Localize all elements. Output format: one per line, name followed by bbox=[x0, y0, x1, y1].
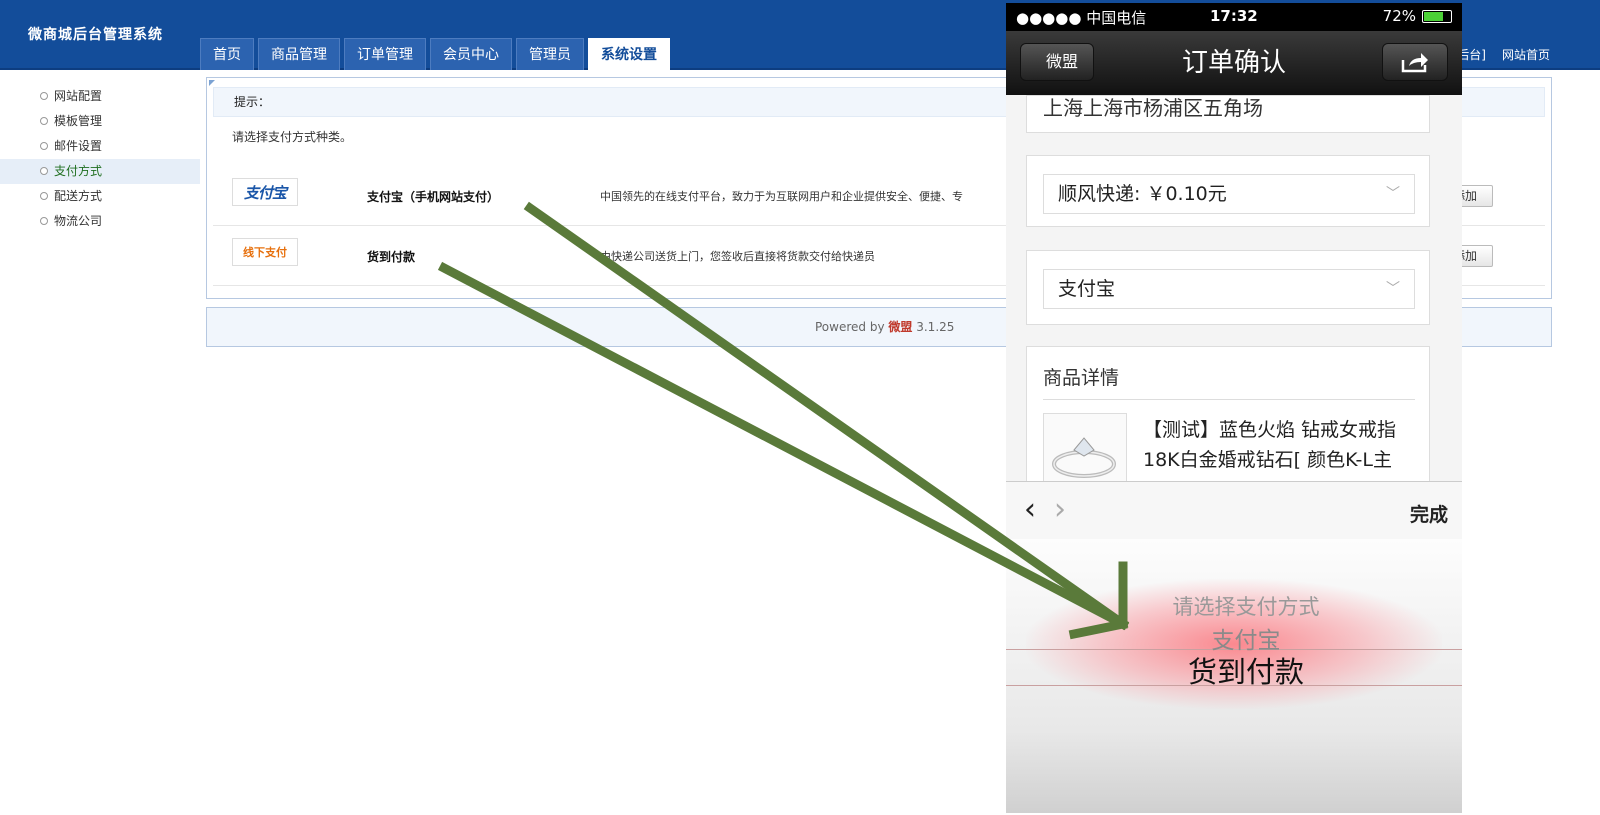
shipping-value: 顺风快递: ￥0.10元 bbox=[1058, 183, 1227, 205]
divider bbox=[1043, 399, 1415, 400]
battery-icon bbox=[1422, 9, 1452, 23]
site-logo: 微商城后台管理系统 bbox=[28, 27, 163, 43]
payment-card: 支付宝 ﹀ bbox=[1026, 250, 1430, 325]
footer-text: Powered by 微盟 3.1.25 bbox=[815, 308, 954, 346]
clock: 17:32 bbox=[1210, 7, 1258, 25]
shipping-card: 顺风快递: ￥0.10元 ﹀ bbox=[1026, 155, 1430, 227]
offline-pay-logo-icon: 线下支付 bbox=[232, 238, 298, 266]
tab-products[interactable]: 商品管理 bbox=[258, 38, 340, 70]
done-button[interactable]: 完成 bbox=[1410, 500, 1448, 527]
payment-picker[interactable]: 请选择支付方式 支付宝 货到付款 bbox=[1006, 539, 1462, 813]
chevron-down-icon: ﹀ bbox=[1386, 281, 1400, 297]
sidebar-item-email[interactable]: 邮件设置 bbox=[0, 134, 200, 159]
carrier: ●●●●● 中国电信 bbox=[1016, 9, 1147, 27]
back-button[interactable]: 微盟 bbox=[1020, 43, 1094, 81]
phone-screenshot: ●●●●● 中国电信 17:32 72% 订单确认 微盟 上海上海市杨浦区五角场… bbox=[1006, 3, 1462, 813]
chevron-right-icon[interactable]: › bbox=[1054, 492, 1066, 527]
sidebar-item-logistics[interactable]: 物流公司 bbox=[0, 209, 200, 234]
hint-text: 请选择支付方式种类。 bbox=[232, 130, 353, 144]
sidebar-item-shipping[interactable]: 配送方式 bbox=[0, 184, 200, 209]
sidebar-item-templates[interactable]: 模板管理 bbox=[0, 109, 200, 134]
tab-system-settings[interactable]: 系统设置 bbox=[588, 38, 670, 70]
battery-percent: 72% bbox=[1382, 7, 1416, 25]
link-site-home[interactable]: 网站首页 bbox=[1502, 46, 1550, 63]
picker-option[interactable]: 请选择支付方式 bbox=[1018, 591, 1462, 621]
payment-name: 货到付款 bbox=[367, 250, 416, 264]
tab-members[interactable]: 会员中心 bbox=[430, 38, 512, 70]
tab-orders[interactable]: 订单管理 bbox=[344, 38, 426, 70]
main-nav: 首页 商品管理 订单管理 会员中心 管理员 系统设置 bbox=[200, 38, 670, 70]
address-card[interactable]: 上海上海市杨浦区五角场 bbox=[1026, 95, 1430, 133]
goods-name[interactable]: 【测试】蓝色火焰 钻戒女戒指18K白金婚戒钻石[ 颜色K-L主 bbox=[1143, 415, 1419, 491]
picker-toolbar: ‹ › 完成 bbox=[1006, 481, 1462, 539]
chevron-left-icon[interactable]: ‹ bbox=[1024, 492, 1036, 527]
chevron-down-icon: ﹀ bbox=[1386, 186, 1400, 202]
tab-home[interactable]: 首页 bbox=[200, 38, 254, 70]
footer-brand[interactable]: 微盟 bbox=[888, 320, 912, 334]
goods-title: 商品详情 bbox=[1043, 367, 1120, 389]
picker-option-selected[interactable]: 货到付款 bbox=[1018, 649, 1462, 691]
footer-version: 3.1.25 bbox=[916, 320, 955, 334]
mobile-navbar: 订单确认 微盟 bbox=[1006, 31, 1462, 95]
payment-value: 支付宝 bbox=[1058, 278, 1116, 300]
sidebar-item-payment[interactable]: 支付方式 bbox=[0, 159, 200, 184]
share-icon[interactable] bbox=[1382, 43, 1448, 81]
payment-desc: 由快递公司送货上门，您签收后直接将货款交付给快递员 bbox=[600, 250, 875, 263]
sidebar: 网站配置 模板管理 邮件设置 支付方式 配送方式 物流公司 bbox=[0, 84, 200, 234]
tab-admins[interactable]: 管理员 bbox=[516, 38, 584, 70]
powered-by: Powered by bbox=[815, 320, 885, 334]
goods-card: 商品详情 【测试】蓝色火焰 钻戒女戒指18K白金婚戒钻石[ 颜色K-L主 bbox=[1026, 346, 1430, 497]
panel-corner-icon bbox=[209, 80, 215, 86]
sidebar-item-site-config[interactable]: 网站配置 bbox=[0, 84, 200, 109]
status-bar: ●●●●● 中国电信 17:32 72% bbox=[1006, 3, 1462, 31]
payment-select[interactable]: 支付宝 ﹀ bbox=[1043, 269, 1415, 309]
payment-name: 支付宝（手机网站支付） bbox=[367, 190, 500, 204]
shipping-select[interactable]: 顺风快递: ￥0.10元 ﹀ bbox=[1043, 174, 1415, 214]
alipay-logo-icon: 支付宝 bbox=[232, 178, 298, 206]
payment-desc: 中国领先的在线支付平台，致力于为互联网用户和企业提供安全、便捷、专 bbox=[600, 190, 963, 203]
status-right: 72% bbox=[1383, 7, 1452, 25]
